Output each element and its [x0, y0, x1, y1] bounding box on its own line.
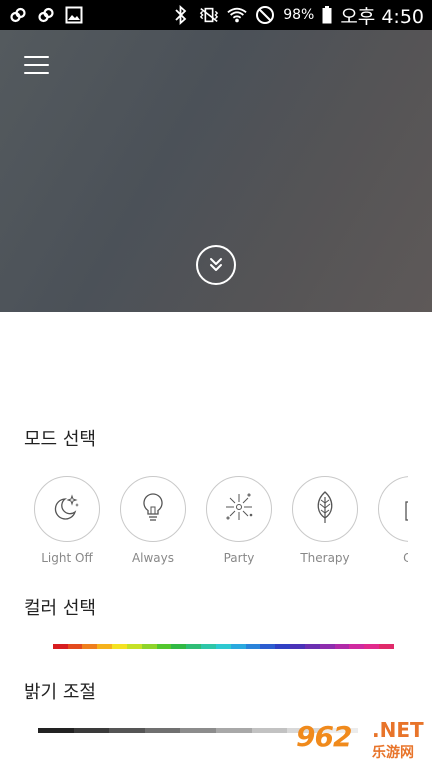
link-icon [36, 5, 56, 25]
firework-icon [222, 490, 256, 528]
mode-list[interactable]: Light Off Always Party Therapy C [32, 476, 408, 576]
lightbulb-icon [138, 490, 168, 528]
color-swatch[interactable] [52, 644, 68, 649]
mode-label: Light Off [41, 551, 93, 565]
mode-therapy[interactable]: Therapy [290, 476, 360, 565]
bluetooth-icon [171, 5, 191, 25]
color-swatch[interactable] [82, 644, 98, 649]
site-watermark-logo: 962 .NET 乐游网 [296, 716, 428, 764]
vibrate-icon [199, 5, 219, 25]
status-left-icons [8, 5, 84, 25]
color-swatch[interactable] [379, 644, 394, 649]
do-not-disturb-icon [255, 5, 275, 25]
color-section-title: 컬러 선택 [24, 598, 96, 619]
color-swatch[interactable] [38, 644, 53, 649]
color-swatch[interactable] [275, 644, 291, 649]
color-swatch[interactable] [260, 644, 276, 649]
color-swatch[interactable] [319, 644, 335, 649]
mode-party[interactable]: Party [204, 476, 274, 565]
double-chevron-down-icon[interactable] [196, 245, 236, 285]
mode-icon-circle [292, 476, 358, 542]
mode-always[interactable]: Always [118, 476, 188, 565]
color-swatch[interactable] [290, 644, 305, 649]
battery-percent: 98% [283, 7, 315, 23]
brightness-swatch[interactable] [144, 728, 181, 733]
brightness-section-title: 밝기 조절 [24, 682, 96, 703]
mode-candle[interactable]: Ca [376, 476, 408, 565]
brightness-swatch[interactable] [251, 728, 288, 733]
watermark-domain: .NET [372, 718, 424, 742]
link-icon [8, 5, 28, 25]
color-swatch[interactable] [349, 644, 365, 649]
mode-light-off[interactable]: Light Off [32, 476, 102, 565]
mode-label: Ca [403, 551, 408, 565]
mode-label: Party [223, 551, 255, 565]
candle-icon [396, 490, 408, 528]
color-swatch[interactable] [67, 644, 83, 649]
color-swatch[interactable] [186, 644, 202, 649]
brightness-swatch[interactable] [180, 728, 216, 733]
mode-icon-circle [378, 476, 408, 542]
hero-color-preview [0, 30, 432, 312]
moon-stars-icon [50, 490, 84, 528]
watermark-number: 962 [296, 720, 352, 753]
color-swatch[interactable] [245, 644, 261, 649]
color-swatch[interactable] [112, 644, 127, 649]
battery-icon [322, 5, 332, 25]
hamburger-menu-icon[interactable] [22, 54, 52, 76]
color-swatch[interactable] [141, 644, 157, 649]
watermark-text: 乐游网 [372, 745, 414, 761]
color-swatch[interactable] [97, 644, 113, 649]
color-swatch[interactable] [364, 644, 380, 649]
color-picker-bar[interactable] [38, 644, 394, 649]
image-icon [64, 5, 84, 25]
color-swatch[interactable] [230, 644, 246, 649]
color-swatch[interactable] [334, 644, 350, 649]
color-swatch[interactable] [171, 644, 187, 649]
status-bar: 98% 오후 4:50 [0, 0, 432, 30]
clock: 오후 4:50 [340, 5, 424, 28]
brightness-swatch[interactable] [215, 728, 252, 733]
status-right-icons: 98% 오후 4:50 [171, 2, 424, 29]
brightness-swatch[interactable] [73, 728, 110, 733]
color-swatch[interactable] [126, 644, 142, 649]
color-swatch[interactable] [215, 644, 231, 649]
mode-icon-circle [120, 476, 186, 542]
wifi-icon [227, 5, 247, 25]
color-swatch[interactable] [201, 644, 216, 649]
leaf-icon [310, 489, 340, 529]
mode-label: Therapy [300, 551, 350, 565]
brightness-swatch[interactable] [38, 728, 74, 733]
mode-icon-circle [34, 476, 100, 542]
mode-icon-circle [206, 476, 272, 542]
color-swatch[interactable] [304, 644, 320, 649]
color-swatch[interactable] [156, 644, 172, 649]
mode-label: Always [131, 551, 175, 565]
brightness-swatch[interactable] [109, 728, 145, 733]
mode-section-title: 모드 선택 [24, 429, 96, 450]
